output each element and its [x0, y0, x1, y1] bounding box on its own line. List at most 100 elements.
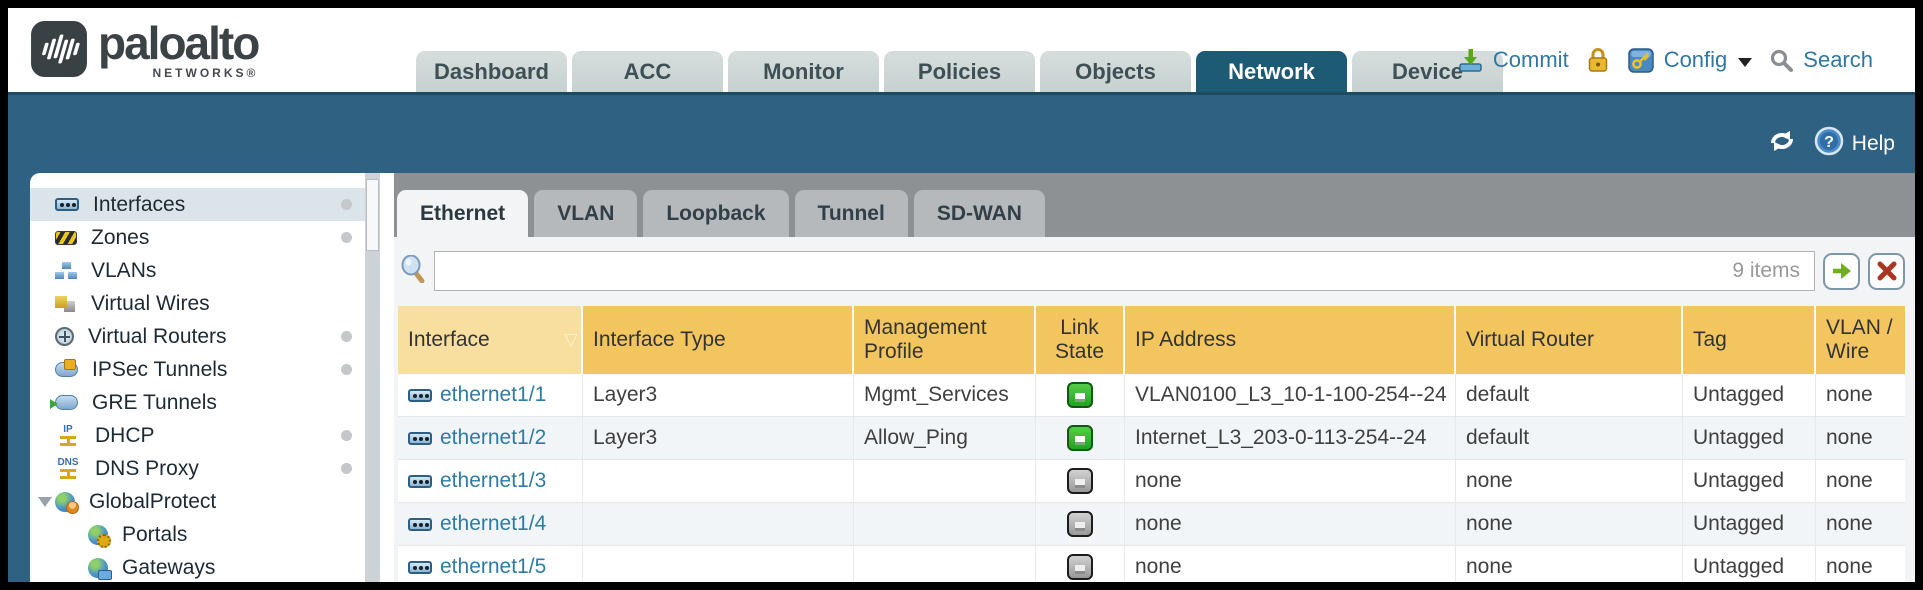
gre-tunnels-icon: [55, 395, 78, 410]
interface-icon: [408, 432, 432, 445]
interface-link[interactable]: ethernet1/3: [440, 469, 546, 493]
green-arrow-icon: [1831, 260, 1853, 282]
column-virtual-router[interactable]: Virtual Router: [1456, 306, 1683, 374]
sidebar-item-vlans[interactable]: VLANs: [30, 254, 380, 287]
magnifier-icon: [400, 255, 426, 288]
sort-caret-icon: ▽: [564, 330, 577, 350]
vlans-icon: [55, 262, 77, 279]
brand-name: paloalto: [98, 20, 258, 66]
link-up-icon: [1067, 425, 1093, 451]
virtual-routers-icon: [55, 327, 74, 346]
dhcp-icon: IP: [55, 425, 81, 447]
subtab-tunnel[interactable]: Tunnel: [795, 190, 908, 237]
table-row[interactable]: ethernet1/3 none none Untagged none: [398, 460, 1905, 503]
app-header: paloalto NETWORKS® Dashboard ACC Monitor…: [8, 8, 1915, 92]
sidebar-item-globalprotect[interactable]: GlobalProtect: [30, 485, 380, 518]
sidebar: Interfaces Zones VLANs Virtual Wires: [30, 173, 380, 582]
virtual-wires-icon: [55, 295, 77, 313]
column-interface-type[interactable]: Interface Type: [583, 306, 854, 374]
search-icon[interactable]: [1769, 48, 1794, 73]
sidebar-item-dhcp[interactable]: IP DHCP: [30, 419, 380, 452]
column-interface[interactable]: Interface: [398, 306, 561, 374]
globalprotect-icon: [55, 492, 75, 512]
chevron-down-icon[interactable]: [1738, 58, 1752, 67]
apply-filter-button[interactable]: [1823, 253, 1860, 290]
subtab-bar: Ethernet VLAN Loopback Tunnel SD-WAN: [394, 173, 1915, 237]
tab-network[interactable]: Network: [1196, 51, 1347, 92]
interface-link[interactable]: ethernet1/2: [440, 426, 546, 450]
main-nav: Dashboard ACC Monitor Policies Objects N…: [416, 51, 1503, 92]
commit-icon[interactable]: [1457, 47, 1484, 74]
interface-icon: [408, 518, 432, 531]
dns-proxy-icon: DNS: [55, 458, 81, 480]
tab-objects[interactable]: Objects: [1040, 51, 1191, 92]
clear-filter-button[interactable]: [1868, 253, 1905, 290]
column-ip-address[interactable]: IP Address: [1125, 306, 1456, 374]
status-dot: [341, 430, 352, 441]
sidebar-item-virtual-wires[interactable]: Virtual Wires: [30, 287, 380, 320]
left-strip: [8, 173, 30, 582]
table-row[interactable]: ethernet1/5 none none Untagged none: [398, 546, 1905, 582]
panel-gap: [380, 173, 394, 582]
link-down-icon: [1067, 468, 1093, 494]
paloalto-logo-icon: [30, 20, 88, 78]
header-actions: Commit Config: [1457, 46, 1873, 74]
ipsec-tunnels-icon: [55, 362, 78, 377]
expander-caret-icon[interactable]: [38, 497, 52, 507]
table-header: Interface ▽ Interface Type Management Pr…: [398, 306, 1905, 374]
tab-policies[interactable]: Policies: [884, 51, 1035, 92]
link-down-icon: [1067, 554, 1093, 580]
table-row[interactable]: ethernet1/2 Layer3 Allow_Ping Internet_L…: [398, 417, 1905, 460]
portals-icon: [88, 525, 108, 545]
subtab-loopback[interactable]: Loopback: [643, 190, 788, 237]
search-button[interactable]: Search: [1803, 47, 1873, 73]
sort-dropdown[interactable]: ▽: [561, 306, 583, 374]
interface-icon: [408, 475, 432, 488]
link-down-icon: [1067, 511, 1093, 537]
refresh-icon[interactable]: [1766, 127, 1798, 160]
help-icon[interactable]: ?: [1814, 126, 1844, 161]
column-tag[interactable]: Tag: [1683, 306, 1816, 374]
status-dot: [341, 199, 352, 210]
column-link-state[interactable]: Link State: [1036, 306, 1125, 374]
table-row[interactable]: ethernet1/1 Layer3 Mgmt_Services VLAN010…: [398, 374, 1905, 417]
subtab-ethernet[interactable]: Ethernet: [397, 190, 528, 237]
interface-link[interactable]: ethernet1/5: [440, 555, 546, 579]
item-count: 9 items: [1732, 259, 1800, 283]
column-vlan-wire[interactable]: VLAN / Wire: [1816, 306, 1905, 374]
gateways-icon: [88, 558, 108, 578]
tab-acc[interactable]: ACC: [572, 51, 723, 92]
sidebar-item-zones[interactable]: Zones: [30, 221, 380, 254]
filter-search-input[interactable]: 9 items: [434, 251, 1815, 291]
sidebar-item-gateways[interactable]: Gateways: [30, 551, 380, 582]
config-icon[interactable]: [1627, 46, 1655, 74]
column-management-profile[interactable]: Management Profile: [854, 306, 1036, 374]
interfaces-icon: [55, 198, 79, 211]
interface-link[interactable]: ethernet1/4: [440, 512, 546, 536]
status-dot: [341, 364, 352, 375]
interface-link[interactable]: ethernet1/1: [440, 383, 546, 407]
sidebar-item-gre-tunnels[interactable]: GRE Tunnels: [30, 386, 380, 419]
status-dot: [341, 331, 352, 342]
interface-icon: [408, 561, 432, 574]
config-button[interactable]: Config: [1664, 47, 1728, 73]
sidebar-item-virtual-routers[interactable]: Virtual Routers: [30, 320, 380, 353]
teal-band: ? Help: [8, 92, 1915, 173]
sidebar-item-dns-proxy[interactable]: DNS DNS Proxy: [30, 452, 380, 485]
tab-dashboard[interactable]: Dashboard: [416, 51, 567, 92]
zones-icon: [55, 231, 77, 245]
subtab-sdwan[interactable]: SD-WAN: [914, 190, 1045, 237]
help-link[interactable]: Help: [1852, 132, 1895, 156]
sidebar-item-ipsec-tunnels[interactable]: IPSec Tunnels: [30, 353, 380, 386]
lock-icon[interactable]: [1586, 46, 1610, 74]
tab-monitor[interactable]: Monitor: [728, 51, 879, 92]
subtab-vlan[interactable]: VLAN: [534, 190, 637, 237]
sidebar-item-interfaces[interactable]: Interfaces: [30, 188, 380, 221]
filter-row: 9 items: [400, 251, 1905, 291]
commit-button[interactable]: Commit: [1493, 47, 1569, 73]
sidebar-scrollbar[interactable]: [365, 173, 380, 582]
svg-text:?: ?: [1824, 134, 1834, 151]
sidebar-item-portals[interactable]: Portals: [30, 518, 380, 551]
scrollbar-thumb[interactable]: [366, 179, 379, 251]
table-row[interactable]: ethernet1/4 none none Untagged none: [398, 503, 1905, 546]
